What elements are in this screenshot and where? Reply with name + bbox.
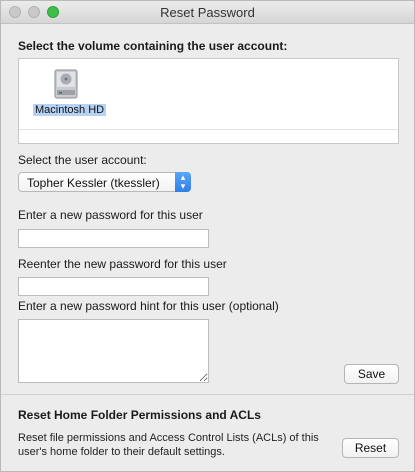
volume-label[interactable]: Macintosh HD xyxy=(33,104,107,116)
save-button[interactable]: Save xyxy=(344,364,399,384)
new-password-field[interactable] xyxy=(18,229,209,248)
title-bar: Reset Password xyxy=(1,1,414,24)
user-account-label: Select the user account: xyxy=(18,153,147,167)
volume-heading: Select the volume containing the user ac… xyxy=(18,39,288,53)
reenter-password-label: Reenter the new password for this user xyxy=(18,257,227,271)
password-hint-field[interactable] xyxy=(18,319,209,383)
popup-arrows-icon: ▴ ▾ xyxy=(175,172,191,192)
section-divider xyxy=(1,394,414,395)
permissions-heading: Reset Home Folder Permissions and ACLs xyxy=(18,408,261,422)
user-account-value: Topher Kessler (tkessler) xyxy=(27,176,160,190)
volume-list-divider xyxy=(19,129,398,130)
reset-button[interactable]: Reset xyxy=(342,438,399,458)
reset-password-window: Reset Password Select the volume contain… xyxy=(0,0,415,472)
volume-list[interactable]: Macintosh HD xyxy=(18,58,399,144)
hard-drive-icon[interactable] xyxy=(54,69,78,99)
window-title: Reset Password xyxy=(160,5,255,20)
reenter-password-field[interactable] xyxy=(18,277,209,296)
password-hint-label: Enter a new password hint for this user … xyxy=(18,299,279,313)
permissions-description: Reset file permissions and Access Contro… xyxy=(18,432,319,458)
new-password-label: Enter a new password for this user xyxy=(18,208,203,222)
user-account-popup[interactable]: Topher Kessler (tkessler) ▴ ▾ xyxy=(18,172,191,192)
